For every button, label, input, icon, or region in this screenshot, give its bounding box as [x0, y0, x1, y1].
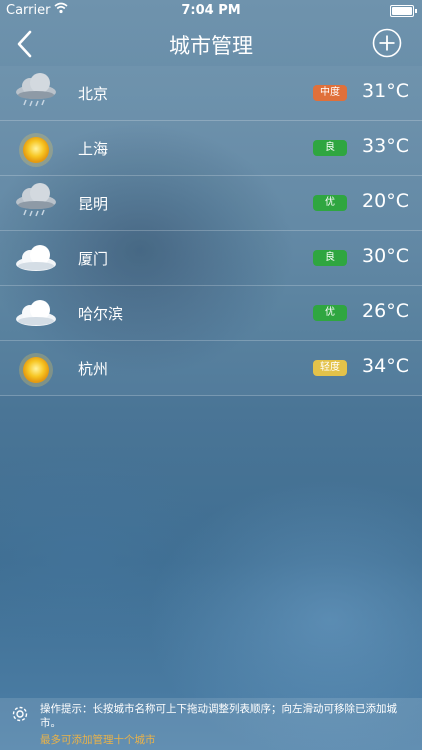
gear-icon[interactable] — [10, 704, 30, 724]
temperature: 26°C — [362, 300, 409, 322]
temperature: 33°C — [362, 135, 409, 157]
operation-hint: 操作提示：长按城市名称可上下拖动调整列表顺序；向左滑动可移除已添加城市。 — [40, 703, 397, 729]
cloud-icon — [12, 233, 60, 281]
status-bar: Carrier 7:04 PM — [0, 0, 422, 22]
city-list: 北京 中度 31°C 上海良 33°C 昆明优 20°C 厦门良 30°C 哈尔滨优 26°C 杭州轻… — [0, 66, 422, 396]
city-name: 哈尔滨 — [78, 305, 124, 323]
page-title: 城市管理 — [169, 34, 253, 58]
city-row[interactable]: 北京 中度 31°C — [0, 66, 422, 121]
aqi-badge: 优 — [313, 195, 347, 211]
city-row[interactable]: 哈尔滨 优 26°C — [0, 286, 422, 341]
nav-bar: 城市管理 — [0, 22, 422, 66]
city-row[interactable]: 厦门 良 30°C — [0, 231, 422, 286]
temperature: 20°C — [362, 190, 409, 212]
aqi-badge: 中度 — [313, 85, 347, 101]
city-name: 杭州 — [78, 360, 109, 378]
sun-icon — [12, 123, 60, 171]
rain-cloud-icon — [12, 178, 60, 226]
aqi-badge: 优 — [313, 305, 347, 321]
aqi-badge: 良 — [313, 250, 347, 266]
plus-circle-icon — [372, 28, 402, 58]
temperature: 34°C — [362, 355, 409, 377]
temperature: 30°C — [362, 245, 409, 267]
status-time: 7:04 PM — [181, 3, 241, 18]
temperature: 31°C — [362, 80, 409, 102]
city-name: 厦门 — [78, 250, 109, 268]
city-name: 昆明 — [78, 195, 109, 213]
city-limit-note: 最多可添加管理十个城市 — [40, 734, 156, 746]
footer-hint-bar: 操作提示：长按城市名称可上下拖动调整列表顺序；向左滑动可移除已添加城市。 最多可… — [0, 698, 422, 750]
city-row[interactable]: 杭州 轻度 34°C — [0, 341, 422, 396]
aqi-badge: 轻度 — [313, 360, 347, 376]
add-city-button[interactable] — [372, 28, 402, 58]
city-row[interactable]: 昆明 优 20°C — [0, 176, 422, 231]
cloud-icon — [12, 288, 60, 336]
sun-icon — [12, 343, 60, 391]
rain-cloud-icon — [12, 68, 60, 116]
city-name: 北京 — [78, 85, 109, 103]
city-row[interactable]: 上海 良 33°C — [0, 121, 422, 176]
battery-icon — [390, 5, 417, 17]
aqi-badge: 良 — [313, 140, 347, 156]
city-name: 上海 — [78, 140, 109, 158]
